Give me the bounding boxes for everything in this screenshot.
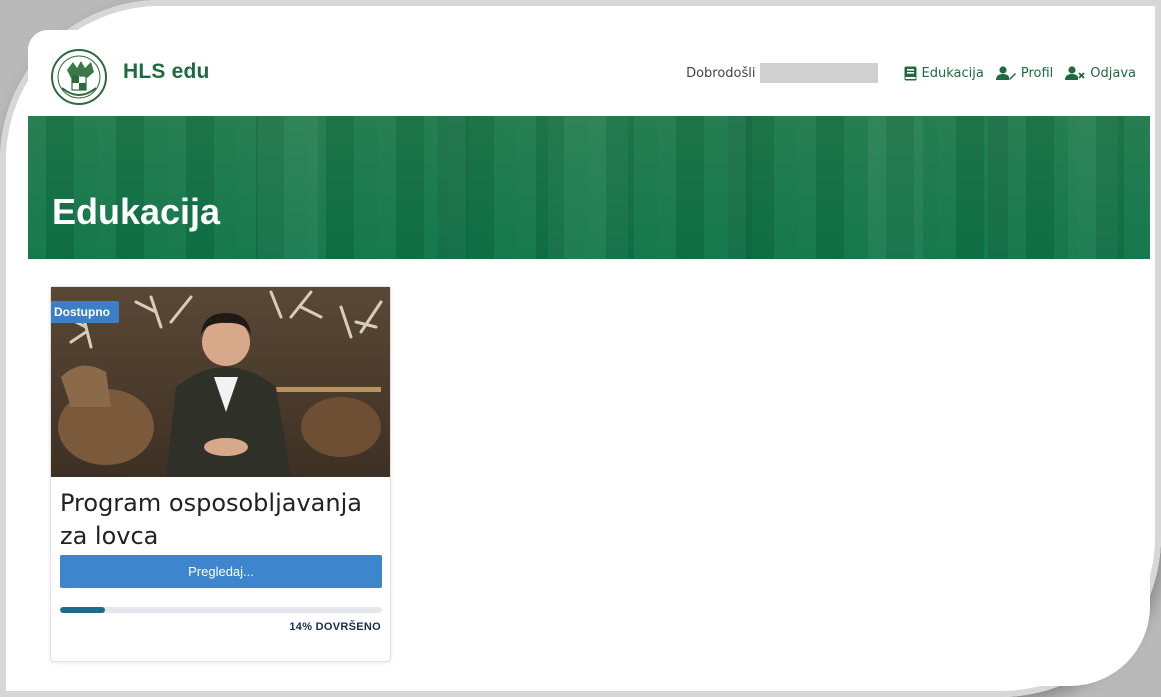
page: HLS edu Dobrodošli Edukacija Profil Odja… [28, 30, 1150, 686]
status-badge: Dostupno [51, 301, 119, 323]
page-title: Edukacija [52, 191, 221, 232]
user-edit-icon [995, 66, 1016, 80]
nav-odjava-link[interactable]: Odjava [1065, 66, 1136, 81]
book-icon [904, 66, 917, 80]
logo[interactable] [50, 48, 108, 106]
nav-profil-link[interactable]: Profil [995, 65, 1054, 81]
progress-label: 14% DOVRŠENO [289, 621, 381, 633]
welcome-label: Dobrodošli [686, 65, 756, 81]
forest-texture [258, 116, 1118, 259]
hls-emblem-icon [51, 49, 107, 105]
nav-edukacija-label: Edukacija [921, 65, 984, 81]
progress-fill [60, 607, 106, 613]
course-card: Dostupno Program osposobljavanja za lovc… [50, 286, 391, 662]
nav-odjava-label: Odjava [1090, 65, 1136, 81]
course-title: Program osposobljavanja za lovca [60, 489, 362, 550]
nav-profil-label: Profil [1020, 65, 1054, 81]
top-navbar: HLS edu Dobrodošli Edukacija Profil Odja… [28, 30, 1150, 116]
user-remove-icon [1065, 66, 1085, 80]
top-nav: Dobrodošli Edukacija Profil Odjava [686, 62, 1136, 84]
view-course-button[interactable]: Pregledaj... [60, 555, 382, 588]
hero-banner: Edukacija [28, 116, 1150, 259]
brand-title[interactable]: HLS edu [123, 60, 210, 84]
username-redacted [759, 63, 878, 83]
nav-edukacija-link[interactable]: Edukacija [904, 66, 984, 81]
course-thumbnail[interactable]: Dostupno [51, 287, 390, 477]
progress-bar [60, 607, 382, 613]
